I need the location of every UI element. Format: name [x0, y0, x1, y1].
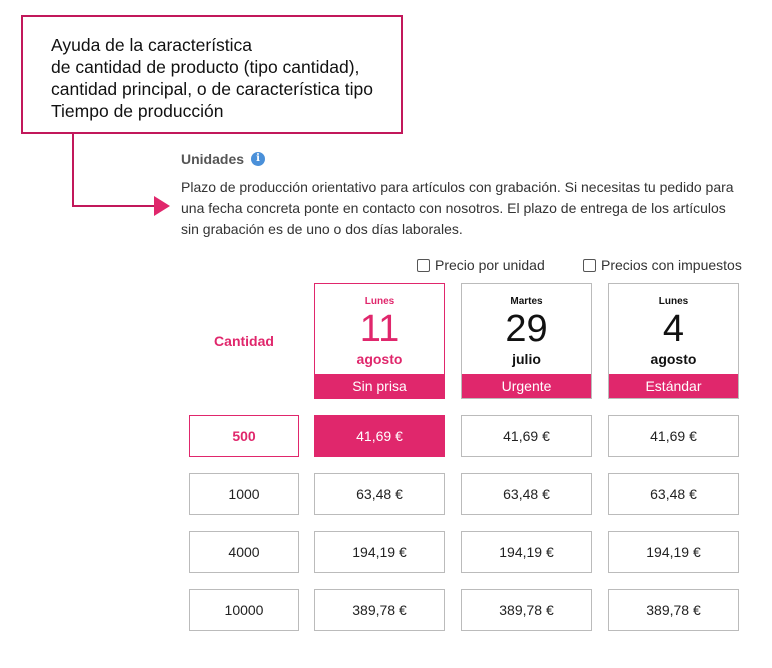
- date-day: 29: [505, 308, 548, 350]
- help-callout-box: Ayuda de la característica de cantidad d…: [21, 15, 403, 134]
- price-cell[interactable]: 41,69 €: [461, 415, 592, 457]
- callout-arrow: [72, 132, 170, 216]
- date-weekday: Lunes: [658, 296, 689, 307]
- price-cell[interactable]: 389,78 €: [608, 589, 739, 631]
- price-cell[interactable]: 194,19 €: [461, 531, 592, 573]
- date-option-estandar[interactable]: Lunes 4 agosto Estándar: [608, 283, 739, 399]
- info-icon[interactable]: i: [251, 152, 265, 166]
- price-cell[interactable]: 63,48 €: [608, 473, 739, 515]
- date-month: julio: [512, 351, 541, 367]
- units-section-title: Unidades: [181, 151, 245, 167]
- unit-price-label[interactable]: Precio por unidad: [435, 257, 545, 273]
- unit-price-checkbox[interactable]: [417, 258, 430, 272]
- quantity-option-10000[interactable]: 10000: [189, 589, 299, 631]
- unit-price-option[interactable]: Precio por unidad: [417, 257, 545, 273]
- callout-text: Ayuda de la característica de cantidad d…: [51, 35, 373, 121]
- price-cell[interactable]: 389,78 €: [461, 589, 592, 631]
- quantity-column-header: Cantidad: [214, 333, 274, 349]
- price-cell[interactable]: 41,69 €: [314, 415, 445, 457]
- date-month: agosto: [650, 351, 697, 367]
- date-option-sin-prisa[interactable]: Lunes 11 agosto Sin prisa: [314, 283, 445, 399]
- quantity-option-4000[interactable]: 4000: [189, 531, 299, 573]
- price-cell[interactable]: 194,19 €: [608, 531, 739, 573]
- quantity-option-1000[interactable]: 1000: [189, 473, 299, 515]
- price-cell[interactable]: 63,48 €: [314, 473, 445, 515]
- date-weekday: Martes: [510, 296, 543, 307]
- date-day: 4: [662, 308, 685, 350]
- date-weekday: Lunes: [364, 296, 395, 307]
- with-tax-option[interactable]: Precios con impuestos: [583, 257, 742, 273]
- price-cell[interactable]: 194,19 €: [314, 531, 445, 573]
- delivery-type-label: Estándar: [609, 374, 738, 398]
- price-cell[interactable]: 63,48 €: [461, 473, 592, 515]
- with-tax-checkbox[interactable]: [583, 258, 596, 272]
- quantity-option-500[interactable]: 500: [189, 415, 299, 457]
- price-cell[interactable]: 389,78 €: [314, 589, 445, 631]
- price-cell[interactable]: 41,69 €: [608, 415, 739, 457]
- delivery-type-label: Urgente: [462, 374, 591, 398]
- date-day: 11: [359, 308, 400, 350]
- production-time-description: Plazo de producción orientativo para art…: [181, 179, 734, 237]
- date-option-urgente[interactable]: Martes 29 julio Urgente: [461, 283, 592, 399]
- with-tax-label[interactable]: Precios con impuestos: [601, 257, 742, 273]
- delivery-type-label: Sin prisa: [315, 374, 444, 398]
- date-month: agosto: [356, 351, 403, 367]
